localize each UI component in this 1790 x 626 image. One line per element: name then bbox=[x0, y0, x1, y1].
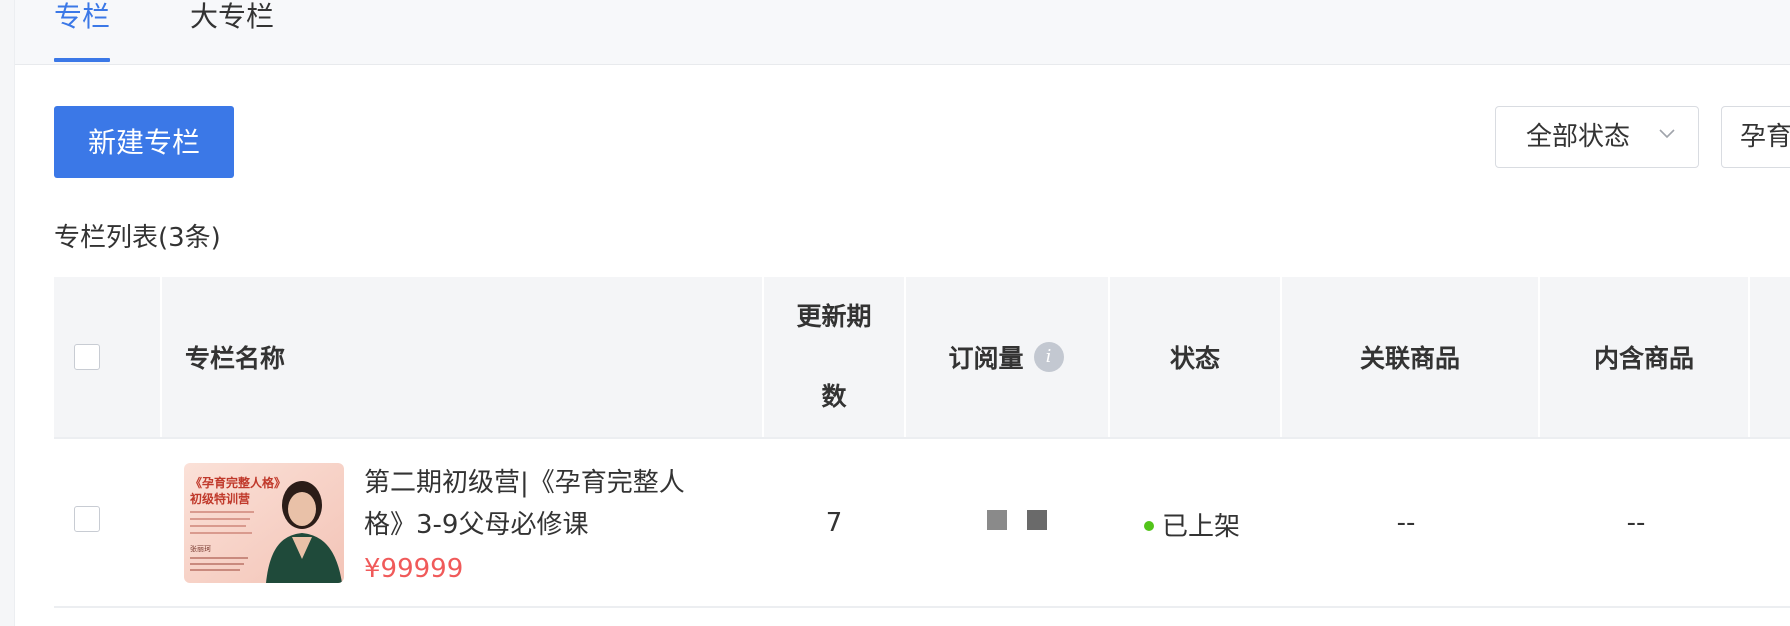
select-all-checkbox[interactable] bbox=[74, 344, 100, 370]
mask-block bbox=[1027, 510, 1047, 530]
column-title[interactable]: 第二期初级营|《孕育完整人格》3-9父母必修课 bbox=[364, 462, 704, 546]
new-column-button[interactable]: 新建专栏 bbox=[54, 106, 234, 178]
status-filter-value: 全部状态 bbox=[1526, 122, 1631, 152]
table-header: 专栏名称 更新期 数 订阅量 i 状态 关联商品 内含商品 bbox=[54, 277, 1790, 437]
chevron-down-icon bbox=[1659, 129, 1675, 139]
column-header-name: 专栏名称 bbox=[185, 277, 485, 437]
column-header-status-label: 状态 bbox=[1169, 344, 1220, 373]
tab-dazhuanlan-label: 大专栏 bbox=[190, 0, 275, 33]
status-cell: 已上架 bbox=[1144, 506, 1240, 543]
tab-zhuanlan-label: 专栏 bbox=[54, 0, 111, 33]
tab-dazhuanlan[interactable]: 大专栏 bbox=[190, 0, 274, 64]
search-input-value: 孕育 bbox=[1740, 122, 1790, 152]
contains-cell: -- bbox=[1626, 508, 1646, 538]
tab-bar bbox=[15, 0, 1790, 65]
status-label: 已上架 bbox=[1162, 512, 1241, 542]
header-bottom-border bbox=[54, 437, 1790, 439]
column-header-subscriptions: 订阅量 i bbox=[906, 277, 1106, 437]
subscription-count-masked bbox=[987, 510, 1067, 534]
column-thumbnail[interactable]: 《孕育完整人格》 初级特训营 张丽珂 bbox=[184, 463, 344, 583]
column-header-related-label: 关联商品 bbox=[1359, 344, 1460, 373]
column-header-status: 状态 bbox=[1110, 277, 1280, 437]
column-header-contains: 内含商品 bbox=[1540, 277, 1748, 437]
column-header-name-label: 专栏名称 bbox=[185, 344, 286, 373]
column-divider bbox=[160, 277, 162, 437]
left-sidebar-strip bbox=[0, 0, 15, 626]
row-checkbox[interactable] bbox=[74, 506, 100, 532]
column-header-related: 关联商品 bbox=[1282, 277, 1538, 437]
mask-block bbox=[987, 510, 1007, 530]
thumbnail-author: 张丽珂 bbox=[190, 544, 211, 553]
status-filter-select[interactable]: 全部状态 bbox=[1495, 106, 1699, 168]
thumbnail-subtitle: 初级特训营 bbox=[190, 491, 250, 506]
column-header-periods-line1: 更新期 bbox=[796, 302, 872, 331]
search-input[interactable]: 孕育 bbox=[1721, 106, 1790, 168]
row-bottom-border bbox=[54, 606, 1790, 608]
column-header-periods: 更新期 数 bbox=[764, 277, 904, 437]
active-tab-indicator bbox=[54, 58, 110, 62]
column-price: ¥99999 bbox=[364, 554, 464, 584]
column-header-periods-line2: 数 bbox=[821, 382, 847, 411]
column-header-subscriptions-label: 订阅量 bbox=[948, 344, 1024, 373]
list-title: 专栏列表(3条) bbox=[54, 223, 221, 253]
periods-cell: 7 bbox=[825, 508, 843, 538]
info-icon[interactable]: i bbox=[1033, 342, 1064, 372]
column-header-contains-label: 内含商品 bbox=[1593, 344, 1694, 373]
status-online-dot bbox=[1144, 520, 1154, 531]
related-cell: -- bbox=[1396, 508, 1416, 538]
tab-zhuanlan[interactable]: 专栏 bbox=[54, 0, 110, 64]
thumbnail-title: 《孕育完整人格》 bbox=[190, 475, 286, 490]
thumbnail-image: 《孕育完整人格》 初级特训营 张丽珂 bbox=[184, 463, 344, 583]
column-divider bbox=[1748, 277, 1750, 437]
